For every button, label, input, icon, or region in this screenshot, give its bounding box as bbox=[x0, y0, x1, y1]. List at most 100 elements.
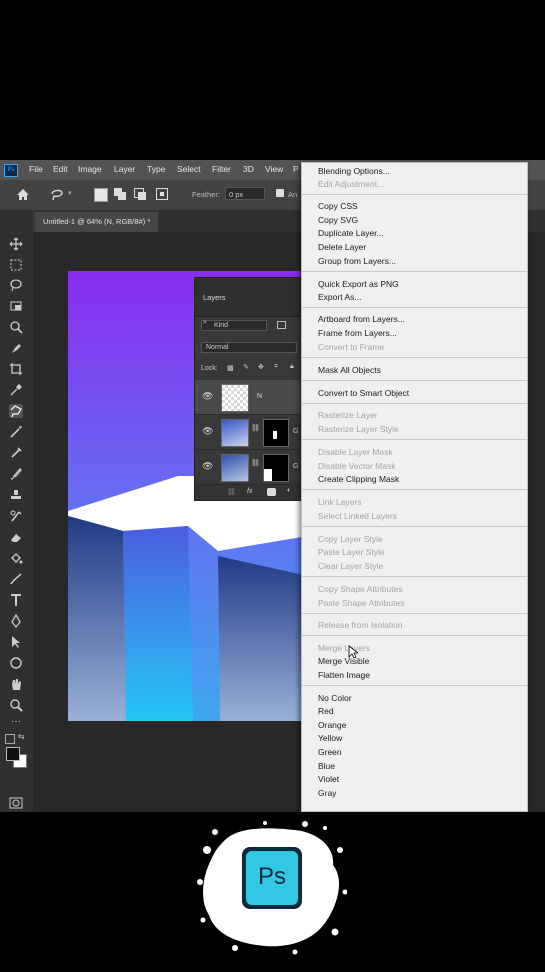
menu-item[interactable]: Flatten Image bbox=[318, 670, 370, 680]
feather-input[interactable]: 0 px bbox=[225, 187, 265, 200]
menu-item[interactable]: Paste Shape Attributes bbox=[318, 598, 404, 608]
menu-item[interactable]: Delete Layer bbox=[318, 242, 366, 252]
subtract-selection-icon[interactable] bbox=[134, 188, 146, 200]
menu-view[interactable]: View bbox=[265, 164, 283, 174]
menu-item[interactable]: Convert to Frame bbox=[318, 342, 384, 352]
menu-item[interactable]: Copy Layer Style bbox=[318, 534, 383, 544]
menu-plugins[interactable]: P bbox=[293, 164, 299, 174]
polygonal-lasso-icon[interactable] bbox=[9, 404, 23, 418]
magic-wand-icon[interactable] bbox=[9, 425, 23, 439]
layer-row[interactable]: 👁︎ N bbox=[195, 380, 303, 415]
lock-position-icon[interactable]: ✥ bbox=[258, 363, 264, 371]
menu-item[interactable]: Paste Layer Style bbox=[318, 547, 385, 557]
menu-file[interactable]: File bbox=[29, 164, 43, 174]
menu-item[interactable]: Create Clipping Mask bbox=[318, 474, 399, 484]
menu-item[interactable]: Release from Isolation bbox=[318, 620, 403, 630]
link-layers-icon[interactable]: ⛓︎ bbox=[227, 488, 236, 496]
lock-image-icon[interactable]: ✎ bbox=[243, 363, 249, 371]
crop-icon[interactable] bbox=[9, 320, 23, 334]
menu-item[interactable]: Orange bbox=[318, 720, 346, 730]
new-selection-icon[interactable] bbox=[94, 188, 108, 202]
menu-item[interactable]: Frame from Layers... bbox=[318, 328, 397, 338]
menu-item[interactable]: Export As... bbox=[318, 292, 361, 302]
brush-icon[interactable] bbox=[9, 467, 23, 481]
tool-preset-chevron-icon[interactable]: ▾ bbox=[68, 189, 72, 197]
eraser-icon[interactable] bbox=[9, 530, 23, 544]
menu-image[interactable]: Image bbox=[78, 164, 102, 174]
default-colors-icon[interactable] bbox=[5, 734, 15, 744]
menu-item[interactable]: Quick Export as PNG bbox=[318, 279, 399, 289]
chain-link-icon[interactable]: ⛓︎ bbox=[251, 459, 260, 467]
lock-artboard-icon[interactable]: ⌗ bbox=[274, 363, 278, 371]
quick-mask-icon[interactable] bbox=[9, 796, 23, 810]
layers-panel-title[interactable]: Layers bbox=[203, 293, 226, 302]
menu-item[interactable]: Disable Layer Mask bbox=[318, 447, 393, 457]
add-mask-icon[interactable] bbox=[267, 488, 276, 496]
ellipse-tool-icon[interactable] bbox=[9, 656, 23, 670]
filter-kind-select[interactable]: Kind bbox=[201, 320, 267, 331]
menu-item[interactable]: Link Layers bbox=[318, 497, 361, 507]
menu-item[interactable]: Merge Layers bbox=[318, 643, 370, 653]
photoshop-logo-icon[interactable]: Ps bbox=[4, 164, 18, 177]
fx-button[interactable]: fx bbox=[247, 488, 252, 495]
add-selection-icon[interactable] bbox=[114, 188, 126, 200]
dodge-icon[interactable] bbox=[9, 572, 23, 586]
blend-mode-select[interactable]: Normal bbox=[201, 342, 297, 353]
zoom-tool-icon[interactable] bbox=[9, 698, 23, 712]
menu-item[interactable]: Blending Options... bbox=[318, 166, 390, 176]
crop-tool-icon[interactable] bbox=[9, 362, 23, 376]
filter-pixel-icon[interactable] bbox=[277, 321, 286, 329]
visibility-eye-icon[interactable]: 👁︎ bbox=[202, 426, 213, 437]
menu-item[interactable]: Green bbox=[318, 747, 342, 757]
lasso-icon[interactable] bbox=[9, 278, 23, 292]
artboard-tool-icon[interactable] bbox=[9, 258, 23, 272]
menu-item[interactable]: Rasterize Layer Style bbox=[318, 424, 399, 434]
history-brush-icon[interactable] bbox=[9, 509, 23, 523]
menu-item[interactable]: Convert to Smart Object bbox=[318, 388, 409, 398]
menu-item[interactable]: Red bbox=[318, 706, 334, 716]
menu-item[interactable]: Blue bbox=[318, 761, 335, 771]
eyedropper-icon[interactable] bbox=[9, 383, 23, 397]
menu-type[interactable]: Type bbox=[147, 164, 165, 174]
menu-item[interactable]: No Color bbox=[318, 693, 352, 703]
menu-item[interactable]: Copy CSS bbox=[318, 201, 358, 211]
layer-row[interactable]: 👁︎ ⛓︎ G bbox=[195, 415, 303, 450]
menu-item[interactable]: Copy SVG bbox=[318, 215, 358, 225]
menu-item[interactable]: Yellow bbox=[318, 733, 342, 743]
hand-tool-icon[interactable] bbox=[9, 677, 23, 691]
menu-item[interactable]: Merge Visible bbox=[318, 656, 369, 666]
menu-item[interactable]: Select Linked Layers bbox=[318, 511, 397, 521]
menu-item[interactable]: Copy Shape Attributes bbox=[318, 584, 403, 594]
adjustment-layer-icon[interactable]: ◐ bbox=[287, 487, 291, 494]
menu-item[interactable]: Clear Layer Style bbox=[318, 561, 383, 571]
menu-3d[interactable]: 3D bbox=[243, 164, 254, 174]
antialias-checkbox[interactable] bbox=[276, 189, 284, 197]
lock-transparent-icon[interactable]: ▩ bbox=[227, 364, 234, 372]
intersect-selection-icon[interactable] bbox=[156, 188, 168, 200]
menu-item[interactable]: Violet bbox=[318, 774, 339, 784]
menu-item[interactable]: Artboard from Layers... bbox=[318, 314, 405, 324]
menu-filter[interactable]: Filter bbox=[212, 164, 231, 174]
menu-select[interactable]: Select bbox=[177, 164, 201, 174]
swap-colors-icon[interactable]: ⇆ bbox=[18, 732, 25, 741]
menu-item[interactable]: Duplicate Layer... bbox=[318, 228, 384, 238]
lasso-tool-icon[interactable] bbox=[50, 188, 64, 201]
clone-stamp-icon[interactable] bbox=[9, 488, 23, 502]
menu-item[interactable]: Group from Layers... bbox=[318, 256, 396, 266]
menu-item[interactable]: Mask All Objects bbox=[318, 365, 381, 375]
more-tools-icon[interactable]: ··· bbox=[9, 715, 23, 729]
layer-mask-thumbnail[interactable] bbox=[263, 419, 289, 447]
layer-row[interactable]: 👁︎ ⛓︎ G bbox=[195, 450, 303, 485]
spot-healing-icon[interactable] bbox=[9, 446, 23, 460]
menu-item[interactable]: Edit Adjustment... bbox=[318, 179, 384, 189]
document-tab[interactable]: Untitled-1 @ 64% (N, RGB/8#) * bbox=[35, 212, 159, 232]
path-selection-icon[interactable] bbox=[9, 635, 23, 649]
pen-tool-icon[interactable] bbox=[9, 614, 23, 628]
foreground-color-swatch[interactable] bbox=[6, 747, 20, 761]
menu-item[interactable]: Gray bbox=[318, 788, 336, 798]
menu-item[interactable]: Rasterize Layer bbox=[318, 410, 378, 420]
visibility-eye-icon[interactable]: 👁︎ bbox=[202, 461, 213, 472]
object-selection-icon[interactable] bbox=[9, 299, 23, 313]
menu-item[interactable]: Disable Vector Mask bbox=[318, 461, 395, 471]
visibility-eye-icon[interactable]: 👁︎ bbox=[202, 391, 213, 402]
